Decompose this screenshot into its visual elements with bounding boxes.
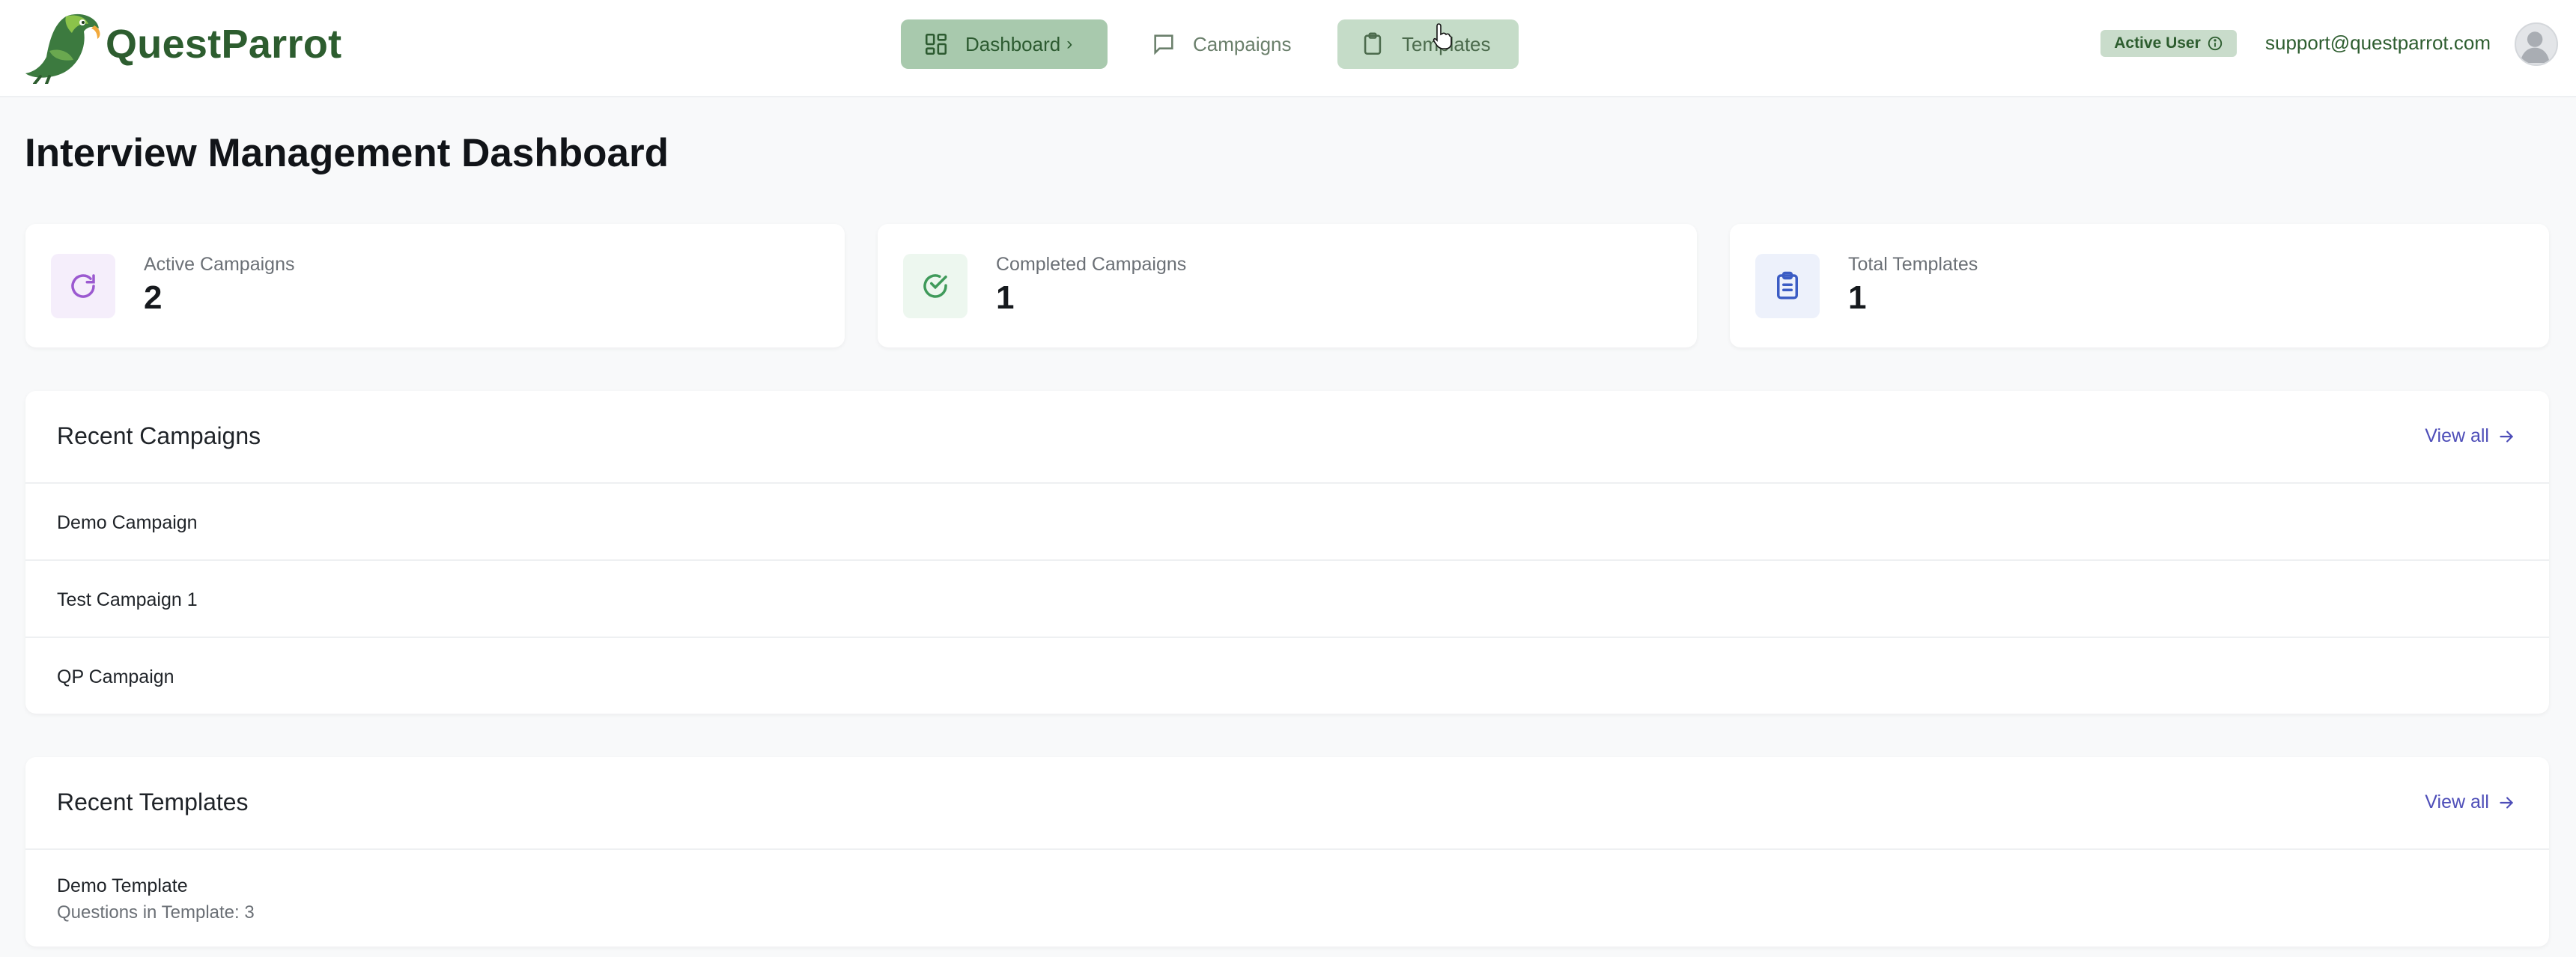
panel-header: Recent Templates View all xyxy=(25,757,2549,850)
stat-value: 2 xyxy=(144,279,162,316)
panel-title: Recent Campaigns xyxy=(57,422,261,449)
campaign-name: QP Campaign xyxy=(57,666,174,687)
nav-campaigns-label: Campaigns xyxy=(1193,32,1292,55)
campaign-name: Test Campaign 1 xyxy=(57,589,198,610)
view-all-label: View all xyxy=(2425,425,2489,446)
recent-campaigns-panel: Recent Campaigns View all Demo Campaign … xyxy=(25,391,2549,714)
stat-label: Active Campaigns xyxy=(144,254,295,275)
top-header: QuestParrot Dashboard › Campaigns Templa… xyxy=(0,0,2576,97)
check-circle-icon xyxy=(923,274,947,298)
avatar[interactable] xyxy=(2515,22,2558,66)
stat-icon-wrapper xyxy=(51,254,115,318)
stat-label: Total Templates xyxy=(1848,254,1978,275)
stat-icon-wrapper xyxy=(903,254,967,318)
list-item[interactable]: Demo Campaign xyxy=(25,484,2549,561)
stat-label: Completed Campaigns xyxy=(996,254,1187,275)
stat-icon-wrapper xyxy=(1755,254,1820,318)
message-square-icon xyxy=(1154,34,1173,55)
campaign-name: Demo Campaign xyxy=(57,512,198,533)
active-user-badge: Active User xyxy=(2100,30,2237,57)
template-name: Demo Template xyxy=(57,875,188,896)
list-item[interactable]: Demo Template Questions in Template: 3 xyxy=(25,850,2549,947)
nav-dashboard-label: Dashboard xyxy=(965,32,1061,55)
clipboard-icon xyxy=(1777,271,1798,300)
arrow-right-icon xyxy=(2500,430,2514,443)
view-all-campaigns-link[interactable]: View all xyxy=(2425,425,2516,447)
template-question-count: Questions in Template: 3 xyxy=(57,902,255,923)
info-icon[interactable] xyxy=(2207,35,2223,52)
view-all-label: View all xyxy=(2425,792,2489,812)
stat-card-total-templates: Total Templates 1 xyxy=(1730,224,2549,347)
stat-value: 1 xyxy=(1848,279,1867,316)
stat-card-active-campaigns: Active Campaigns 2 xyxy=(25,224,845,347)
nav-dashboard[interactable]: Dashboard › xyxy=(901,19,1108,69)
brand-name[interactable]: QuestParrot xyxy=(106,21,341,67)
page-title: Interview Management Dashboard xyxy=(25,131,669,175)
clipboard-icon xyxy=(1364,32,1382,55)
stat-value: 1 xyxy=(996,279,1015,316)
stat-card-completed-campaigns: Completed Campaigns 1 xyxy=(878,224,1697,347)
arrow-right-icon xyxy=(2500,796,2514,809)
hand-pointer-cursor-icon xyxy=(1433,23,1452,49)
grid-icon xyxy=(925,33,947,55)
refresh-icon xyxy=(71,274,95,298)
view-all-templates-link[interactable]: View all xyxy=(2425,792,2516,813)
panel-header: Recent Campaigns View all xyxy=(25,391,2549,484)
list-item[interactable]: QP Campaign xyxy=(25,638,2549,714)
nav-campaigns[interactable]: Campaigns xyxy=(1143,19,1316,69)
recent-templates-panel: Recent Templates View all Demo Template … xyxy=(25,757,2549,947)
active-user-label: Active User xyxy=(2114,34,2201,52)
user-email[interactable]: support@questparrot.com xyxy=(2265,31,2491,55)
chevron-right-icon: › xyxy=(1066,34,1073,54)
nav-templates[interactable]: Templates xyxy=(1337,19,1519,69)
panel-title: Recent Templates xyxy=(57,789,249,815)
parrot-logo-icon[interactable] xyxy=(19,6,103,84)
user-avatar-icon xyxy=(2520,31,2550,64)
list-item[interactable]: Test Campaign 1 xyxy=(25,561,2549,638)
